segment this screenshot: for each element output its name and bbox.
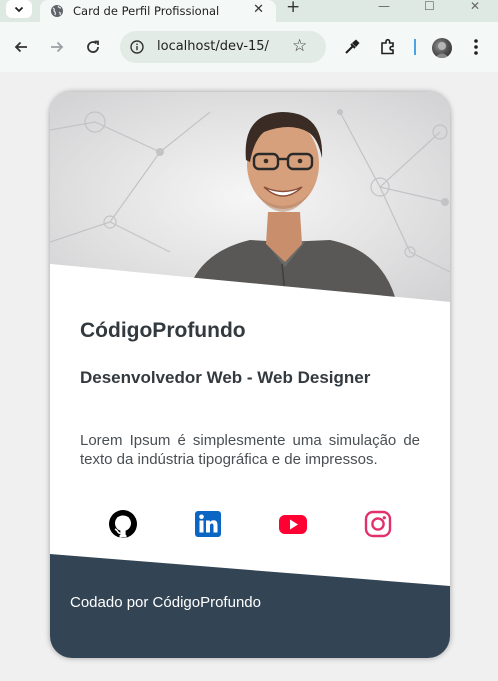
page-viewport: CódigoProfundo Desenvolvedor Web - Web D… <box>0 72 498 681</box>
profile-bio: Lorem Ipsum é simplesmente uma simulação… <box>80 432 420 468</box>
back-button[interactable] <box>12 38 30 56</box>
extensions-button[interactable] <box>378 37 398 57</box>
site-info-icon[interactable] <box>130 40 144 54</box>
instagram-link[interactable] <box>363 509 393 539</box>
reload-button[interactable] <box>84 38 102 56</box>
tab-strip: Card de Perfil Profissional ✕ + — ☐ ✕ <box>0 0 498 22</box>
footer-credit: Codado por CódigoProfundo <box>70 594 261 611</box>
browser-tab[interactable]: Card de Perfil Profissional ✕ <box>40 0 276 22</box>
address-bar[interactable]: localhost/dev-15/ ☆ <box>120 31 326 63</box>
forward-button[interactable] <box>48 38 66 56</box>
url-text[interactable]: localhost/dev-15/ <box>157 39 269 54</box>
bookmark-star-icon[interactable]: ☆ <box>292 37 307 55</box>
arrow-right-icon <box>51 41 64 53</box>
youtube-icon <box>278 515 307 534</box>
tab-title: Card de Perfil Profissional <box>73 4 220 18</box>
close-window-button[interactable]: ✕ <box>470 0 480 12</box>
youtube-link[interactable] <box>278 509 308 539</box>
profile-role: Desenvolvedor Web - Web Designer <box>80 368 371 387</box>
github-icon <box>108 510 137 538</box>
more-vertical-icon <box>474 39 478 55</box>
profile-photo <box>50 92 450 304</box>
browser-menu-button[interactable] <box>466 37 486 57</box>
avatar-image <box>435 42 449 58</box>
browser-toolbar: localhost/dev-15/ ☆ <box>0 22 498 72</box>
globe-icon <box>51 5 63 17</box>
profile-avatar[interactable] <box>432 38 452 58</box>
profile-name: CódigoProfundo <box>80 319 246 342</box>
toolbar-divider <box>414 39 416 55</box>
card-footer: Codado por CódigoProfundo <box>50 554 450 658</box>
new-tab-button[interactable]: + <box>286 0 300 16</box>
minimize-button[interactable]: — <box>378 0 390 12</box>
github-link[interactable] <box>108 509 138 539</box>
linkedin-link[interactable] <box>193 509 223 539</box>
profile-card: CódigoProfundo Desenvolvedor Web - Web D… <box>50 92 450 658</box>
maximize-button[interactable]: ☐ <box>424 0 435 12</box>
reload-icon <box>87 40 99 53</box>
social-links <box>80 508 420 540</box>
close-tab-icon[interactable]: ✕ <box>253 3 264 17</box>
linkedin-icon <box>194 511 221 537</box>
eyedropper-icon <box>345 39 360 54</box>
eyedropper-extension-button[interactable] <box>342 37 362 57</box>
puzzle-icon <box>381 38 394 55</box>
arrow-left-icon <box>14 41 27 53</box>
chevron-down-icon <box>14 6 24 13</box>
tab-search-button[interactable] <box>6 0 32 18</box>
instagram-icon <box>364 510 391 538</box>
